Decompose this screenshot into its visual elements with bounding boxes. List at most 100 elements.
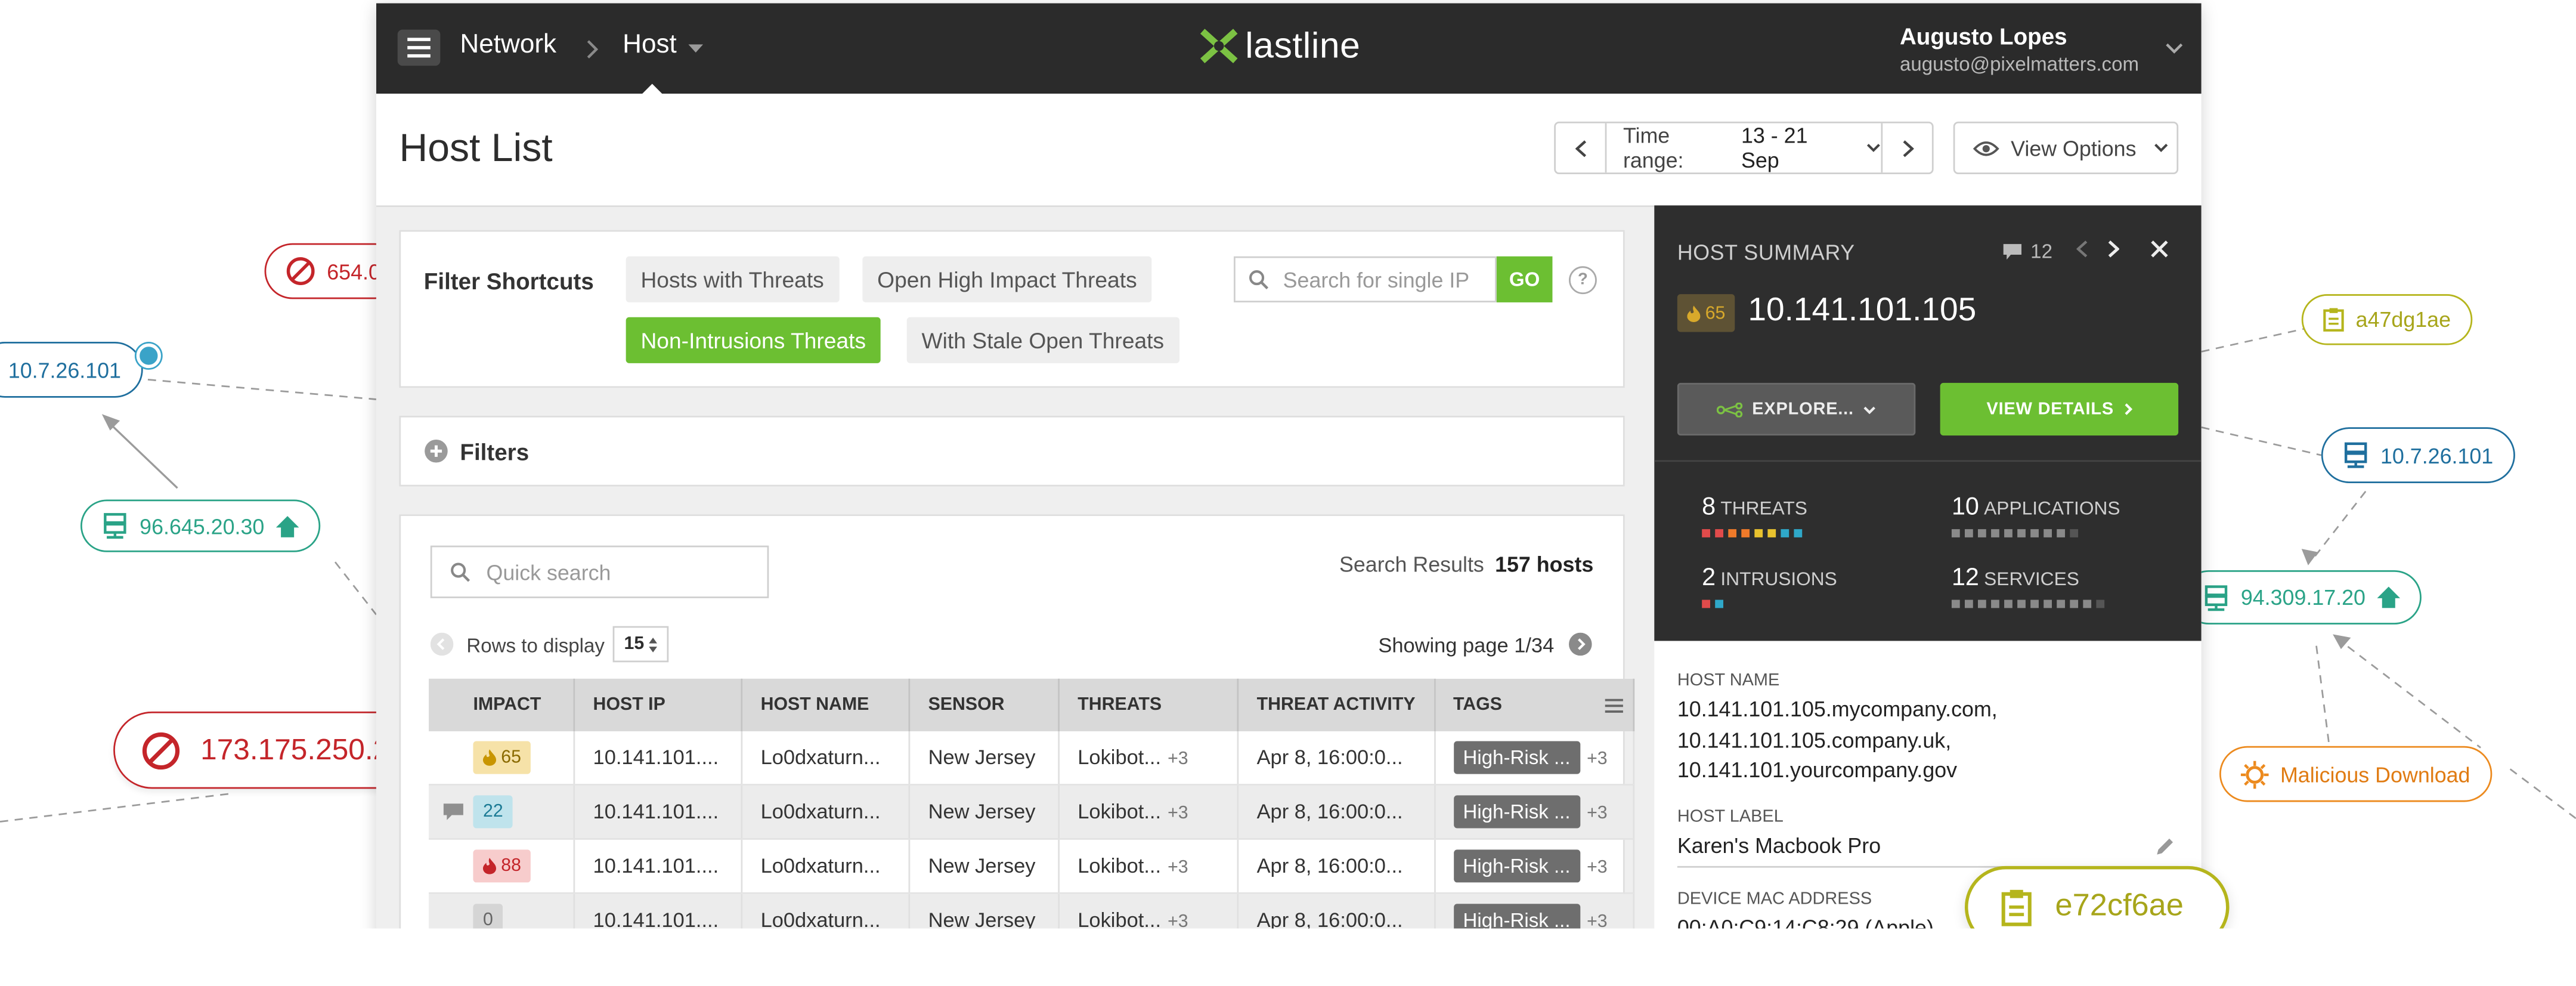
tags-more[interactable]: +3 xyxy=(1587,749,1608,769)
intrusions-dots xyxy=(1702,599,1837,608)
impact-cell: 65 xyxy=(429,731,575,786)
search-icon xyxy=(1249,270,1268,289)
chevron-left-icon[interactable] xyxy=(2076,240,2088,258)
home-icon xyxy=(275,515,299,537)
host-ip-cell[interactable]: 10.141.101.... xyxy=(574,731,743,786)
node-label: Malicious Download xyxy=(2280,761,2470,787)
time-range-control: Time range: 13 - 21 Sep xyxy=(1554,121,1934,175)
columns-menu-icon[interactable] xyxy=(1604,698,1623,713)
host-node-left[interactable]: 96.645.20.30 xyxy=(80,499,320,552)
tag-chip[interactable]: High-Risk ... xyxy=(1453,741,1581,774)
host-label-value: Karen's Macbook Pro xyxy=(1677,833,1881,858)
menu-icon[interactable] xyxy=(397,29,441,66)
eye-icon xyxy=(1973,140,1999,156)
column-threats[interactable]: THREATS xyxy=(1058,678,1239,731)
prev-page-button[interactable] xyxy=(430,632,454,656)
threats-more[interactable]: +3 xyxy=(1168,749,1188,769)
prev-range-button[interactable] xyxy=(1556,123,1607,173)
malicious-download-node[interactable]: Malicious Download xyxy=(2219,746,2492,802)
view-options-button[interactable]: View Options xyxy=(1953,121,2179,175)
app-window: Network Host lastline Augusto Lopes augu… xyxy=(376,3,2202,986)
plus-circle-icon xyxy=(425,439,448,463)
server-icon xyxy=(2205,584,2228,610)
tag-chip[interactable]: High-Risk ... xyxy=(1453,849,1581,883)
tags-more[interactable]: +3 xyxy=(1587,803,1608,823)
host-label-label: HOST LABEL xyxy=(1677,806,1784,827)
user-menu[interactable]: Augusto Lopes augusto@pixelmatters.com xyxy=(1900,23,2139,76)
applications-dots xyxy=(1951,529,2120,537)
breadcrumb-network[interactable]: Network xyxy=(460,31,556,61)
tags-more[interactable]: +3 xyxy=(1587,858,1608,877)
table-row[interactable]: 88 10.141.101.... Lo0dxaturn... New Jers… xyxy=(429,839,1634,894)
close-icon[interactable] xyxy=(2150,240,2168,258)
chevron-down-icon[interactable] xyxy=(2165,43,2183,54)
threat-name[interactable]: Lokibot... xyxy=(1078,855,1161,878)
node-label: 10.7.26.101 xyxy=(8,357,122,382)
impact-value: 65 xyxy=(501,747,522,768)
column-tags[interactable]: TAGS xyxy=(1434,678,1634,731)
home-icon xyxy=(2377,586,2400,608)
threats-stat[interactable]: 8 THREATS xyxy=(1702,493,1807,537)
chevron-right-icon[interactable] xyxy=(2108,240,2119,258)
host-name-cell[interactable]: Lo0dxaturn... xyxy=(741,784,911,840)
host-name-cell[interactable]: Lo0dxaturn... xyxy=(741,839,911,894)
host-ip-cell[interactable]: 10.141.101.... xyxy=(574,784,743,840)
bug-icon xyxy=(2240,760,2269,789)
rows-select[interactable]: 15 xyxy=(612,626,669,663)
impact-cell: 22 xyxy=(429,784,575,840)
shortcut-hosts-with-threats[interactable]: Hosts with Threats xyxy=(626,256,839,302)
time-range-dropdown[interactable]: Time range: 13 - 21 Sep xyxy=(1606,123,1881,172)
host-node-right[interactable]: 94.309.17.20 xyxy=(2181,570,2422,625)
table-row[interactable]: 22 10.141.101.... Lo0dxaturn... New Jers… xyxy=(429,784,1634,840)
column-host-name[interactable]: HOST NAME xyxy=(741,678,911,731)
services-stat[interactable]: 12 SERVICES xyxy=(1951,564,2105,608)
threat-name[interactable]: Lokibot... xyxy=(1078,746,1161,769)
shortcut-open-high-impact-threats[interactable]: Open High Impact Threats xyxy=(862,256,1152,302)
column-impact[interactable]: IMPACT xyxy=(429,678,575,731)
column-sensor[interactable]: SENSOR xyxy=(909,678,1060,731)
node-label: a47dg1ae xyxy=(2355,307,2451,332)
table-row[interactable]: 65 10.141.101.... Lo0dxaturn... New Jers… xyxy=(429,731,1634,786)
block-icon xyxy=(142,731,180,769)
threats-dots xyxy=(1702,529,1807,537)
next-range-button[interactable] xyxy=(1881,123,1931,173)
column-host-ip[interactable]: HOST IP xyxy=(574,678,743,731)
chevron-right-icon xyxy=(2124,403,2132,415)
ip-search-field[interactable]: Search for single IP xyxy=(1234,256,1497,302)
help-icon[interactable]: ? xyxy=(1569,266,1597,295)
go-button[interactable]: GO xyxy=(1496,256,1553,302)
applications-stat[interactable]: 10 APPLICATIONS xyxy=(1951,493,2120,537)
breadcrumb-host[interactable]: Host xyxy=(623,31,677,61)
column-threat-activity[interactable]: THREAT ACTIVITY xyxy=(1237,678,1435,731)
filters-panel[interactable]: Filters xyxy=(399,416,1625,487)
explore-button[interactable]: EXPLORE... xyxy=(1677,382,1916,436)
host-ip-cell[interactable]: 10.141.101.... xyxy=(574,839,743,894)
host-name-cell[interactable]: Lo0dxaturn... xyxy=(741,731,911,786)
clipboard-icon xyxy=(2323,308,2344,332)
flame-icon xyxy=(482,749,497,766)
impact-value: 88 xyxy=(501,856,522,876)
search-results-count: 157 hosts xyxy=(1495,552,1594,577)
threats-more[interactable]: +3 xyxy=(1168,858,1188,877)
hash-node-right[interactable]: a47dg1ae xyxy=(2301,294,2472,345)
comment-icon[interactable] xyxy=(442,802,465,821)
threats-more[interactable]: +3 xyxy=(1168,803,1188,823)
ip-node-left[interactable]: 10.7.26.101 xyxy=(0,342,143,398)
threat-name[interactable]: Lokibot... xyxy=(1078,800,1161,824)
view-details-button[interactable]: VIEW DETAILS xyxy=(1940,382,2179,436)
intrusions-stat[interactable]: 2 INTRUSIONS xyxy=(1702,564,1837,608)
edit-icon[interactable] xyxy=(2156,836,2175,856)
quick-search-input[interactable]: Quick search xyxy=(430,545,769,598)
sort-icon xyxy=(649,636,658,652)
lastline-logo-icon xyxy=(1200,29,1238,64)
shortcut-with-stale-open-threats[interactable]: With Stale Open Threats xyxy=(906,317,1179,363)
impact-badge: 65 xyxy=(1677,294,1735,332)
tag-chip[interactable]: High-Risk ... xyxy=(1453,795,1581,829)
ip-node-right[interactable]: 10.7.26.101 xyxy=(2321,427,2515,483)
shortcut-non-intrusions-threats[interactable]: Non-Intrusions Threats xyxy=(626,317,881,363)
chevron-down-icon[interactable] xyxy=(688,44,704,54)
rows-to-display-label: Rows to display xyxy=(466,634,605,657)
next-page-button[interactable] xyxy=(1569,632,1592,656)
comments-count[interactable]: 12 xyxy=(2002,240,2052,263)
host-name-value: 10.141.101.105.mycompany.com, xyxy=(1677,697,1998,722)
